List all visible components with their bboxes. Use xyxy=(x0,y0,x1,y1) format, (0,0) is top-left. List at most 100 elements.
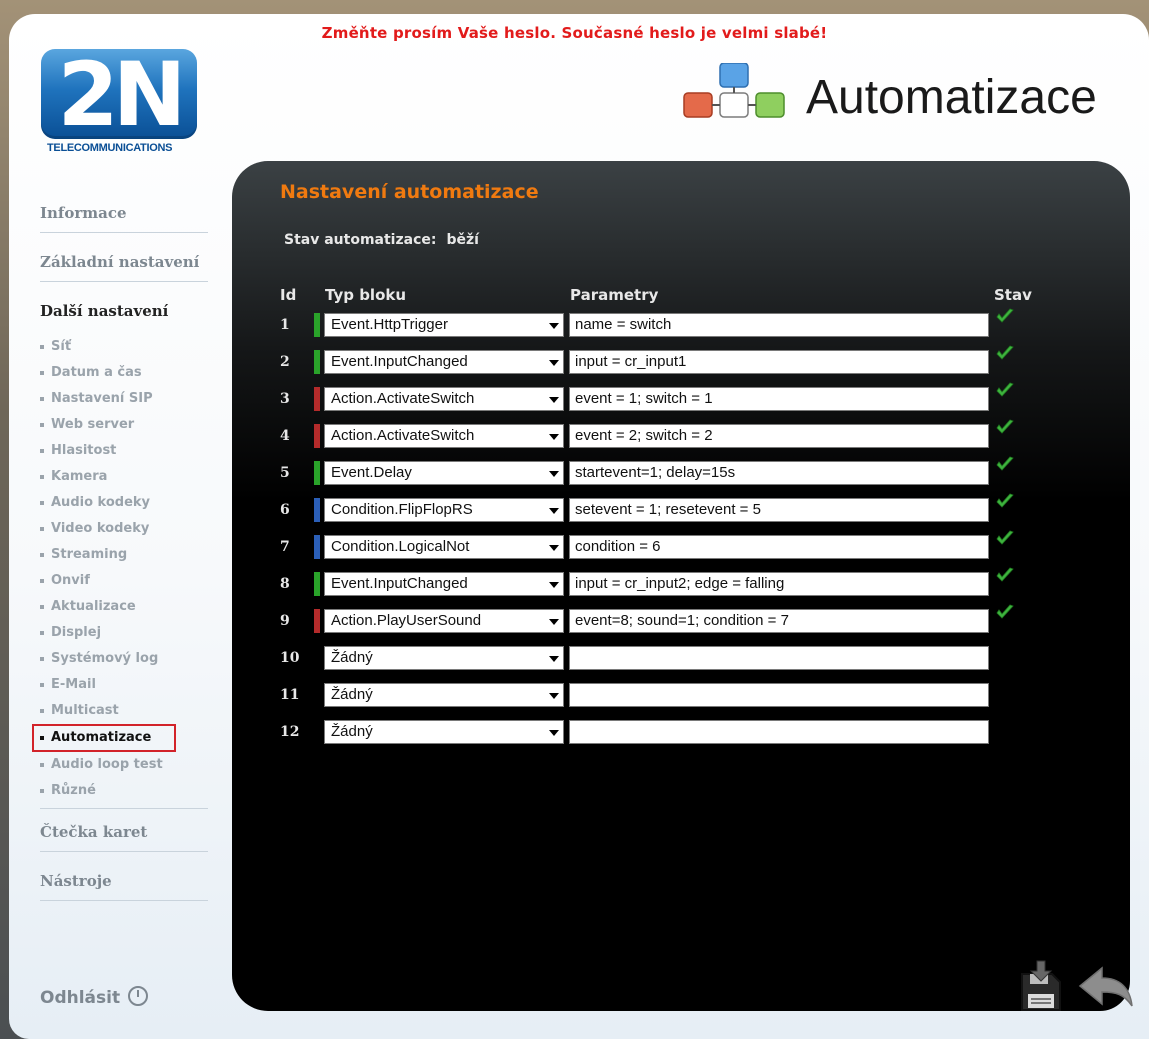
sidebar-item-automatizace[interactable]: Automatizace xyxy=(32,724,176,752)
sidebar-item-label: Různé xyxy=(51,783,96,798)
row-id: 5 xyxy=(280,465,290,481)
parameters-input[interactable]: name = switch xyxy=(569,313,989,337)
block-type-select[interactable]: Žádný xyxy=(324,720,564,744)
parameters-input[interactable]: startevent=1; delay=15s xyxy=(569,461,989,485)
back-arrow-icon[interactable] xyxy=(1078,964,1134,1008)
parameters-input[interactable]: condition = 6 xyxy=(569,535,989,559)
block-type-select[interactable]: Action.ActivateSwitch xyxy=(324,424,564,448)
sidebar-item-onvif[interactable]: Onvif xyxy=(40,568,208,594)
block-type-select[interactable]: Action.PlayUserSound xyxy=(324,609,564,633)
automation-status: Stav automatizace: běží xyxy=(284,232,479,248)
sidebar-item-email[interactable]: E-Mail xyxy=(40,672,208,698)
sidebar-item-streaming[interactable]: Streaming xyxy=(40,542,208,568)
sidebar-item-sit[interactable]: Síť xyxy=(40,334,208,360)
parameters-input[interactable]: input = cr_input1 xyxy=(569,350,989,374)
sidebar-item-audio-kodeky[interactable]: Audio kodeky xyxy=(40,490,208,516)
bullet-icon xyxy=(40,344,44,349)
status-ok-icon xyxy=(996,604,1014,619)
sidebar-item-ruzne[interactable]: Různé xyxy=(40,778,208,809)
block-type-indicator xyxy=(314,609,320,633)
parameters-input[interactable]: setevent = 1; resetevent = 5 xyxy=(569,498,989,522)
status-ok-icon xyxy=(996,308,1014,323)
status-label: Stav automatizace: xyxy=(284,232,437,248)
dropdown-arrow-icon xyxy=(549,397,559,403)
parameters-input[interactable] xyxy=(569,646,989,670)
logout-link[interactable]: Odhlásit xyxy=(40,986,149,1008)
sidebar-item-audio-loop-test[interactable]: Audio loop test xyxy=(40,752,208,778)
block-type-select[interactable]: Condition.LogicalNot xyxy=(324,535,564,559)
table-row: 7 Condition.LogicalNot condition = 6 xyxy=(232,530,1130,560)
sidebar-item-displej[interactable]: Displej xyxy=(40,620,208,646)
sidebar-item-label: Onvif xyxy=(51,573,90,588)
logo-mark: 2N xyxy=(57,43,187,146)
sidebar-item-label: Hlasitost xyxy=(51,443,117,458)
sidebar-section-informace[interactable]: Informace xyxy=(40,196,208,233)
bullet-icon xyxy=(40,448,44,453)
bullet-icon xyxy=(40,500,44,505)
dropdown-arrow-icon xyxy=(549,619,559,625)
sidebar-item-multicast[interactable]: Multicast xyxy=(40,698,208,724)
parameters-input[interactable]: input = cr_input2; edge = falling xyxy=(569,572,989,596)
dropdown-arrow-icon xyxy=(549,693,559,699)
dropdown-arrow-icon xyxy=(549,323,559,329)
block-type-select[interactable]: Event.InputChanged xyxy=(324,350,564,374)
block-type-select[interactable]: Event.HttpTrigger xyxy=(324,313,564,337)
row-id: 6 xyxy=(280,502,290,518)
sidebar-item-label: Multicast xyxy=(51,703,119,718)
bullet-icon xyxy=(40,630,44,635)
block-type-indicator xyxy=(314,535,320,559)
status-ok-icon xyxy=(996,456,1014,471)
status-value: běží xyxy=(446,232,479,248)
parameters-input[interactable]: event = 1; switch = 1 xyxy=(569,387,989,411)
parameters-input[interactable] xyxy=(569,683,989,707)
bullet-icon xyxy=(40,682,44,687)
block-type-select[interactable]: Žádný xyxy=(324,683,564,707)
parameters-input[interactable]: event=8; sound=1; condition = 7 xyxy=(569,609,989,633)
table-row: 3 Action.ActivateSwitch event = 1; switch … xyxy=(232,382,1130,412)
sidebar-item-webserver[interactable]: Web server xyxy=(40,412,208,438)
sidebar-section-nastroje[interactable]: Nástroje xyxy=(40,864,208,901)
row-id: 10 xyxy=(280,650,300,666)
sidebar-section-dalsi[interactable]: Další nastavení xyxy=(40,294,208,330)
row-id: 8 xyxy=(280,576,290,592)
block-type-select[interactable]: Event.InputChanged xyxy=(324,572,564,596)
block-type-value: Condition.FlipFlopRS xyxy=(331,501,473,518)
dropdown-arrow-icon xyxy=(549,730,559,736)
block-type-indicator xyxy=(314,350,320,374)
bullet-icon xyxy=(40,762,44,767)
block-type-select[interactable]: Action.ActivateSwitch xyxy=(324,387,564,411)
block-type-value: Žádný xyxy=(331,723,373,740)
sidebar-item-aktualizace[interactable]: Aktualizace xyxy=(40,594,208,620)
dropdown-arrow-icon xyxy=(549,508,559,514)
parameters-input[interactable]: event = 2; switch = 2 xyxy=(569,424,989,448)
sidebar: Informace Základní nastavení Další nasta… xyxy=(32,196,208,913)
sidebar-item-datum[interactable]: Datum a čas xyxy=(40,360,208,386)
table-row: 5 Event.Delay startevent=1; delay=15s xyxy=(232,456,1130,486)
save-icon[interactable] xyxy=(1018,960,1064,1012)
block-type-select[interactable]: Event.Delay xyxy=(324,461,564,485)
bullet-icon xyxy=(40,370,44,375)
status-ok-icon xyxy=(996,382,1014,397)
block-type-value: Event.Delay xyxy=(331,464,412,481)
block-type-select[interactable]: Žádný xyxy=(324,646,564,670)
sidebar-item-label: E-Mail xyxy=(51,677,96,692)
bullet-icon xyxy=(40,656,44,661)
bullet-icon xyxy=(40,604,44,609)
column-header-state: Stav xyxy=(994,286,1032,304)
sidebar-item-systemovy-log[interactable]: Systémový log xyxy=(40,646,208,672)
bullet-icon xyxy=(40,708,44,713)
dropdown-arrow-icon xyxy=(549,360,559,366)
parameters-input[interactable] xyxy=(569,720,989,744)
table-row: 4 Action.ActivateSwitch event = 2; switch … xyxy=(232,419,1130,449)
sidebar-section-ctecka[interactable]: Čtečka karet xyxy=(40,815,208,852)
sidebar-item-sip[interactable]: Nastavení SIP xyxy=(40,386,208,412)
page-title: Automatizace xyxy=(806,71,1097,124)
table-row: 2 Event.InputChanged input = cr_input1 xyxy=(232,345,1130,375)
block-type-select[interactable]: Condition.FlipFlopRS xyxy=(324,498,564,522)
sidebar-item-hlasitost[interactable]: Hlasitost xyxy=(40,438,208,464)
block-type-indicator xyxy=(314,572,320,596)
block-type-value: Action.ActivateSwitch xyxy=(331,427,475,444)
sidebar-item-video-kodeky[interactable]: Video kodeky xyxy=(40,516,208,542)
sidebar-section-zakladni[interactable]: Základní nastavení xyxy=(40,245,208,282)
sidebar-item-kamera[interactable]: Kamera xyxy=(40,464,208,490)
